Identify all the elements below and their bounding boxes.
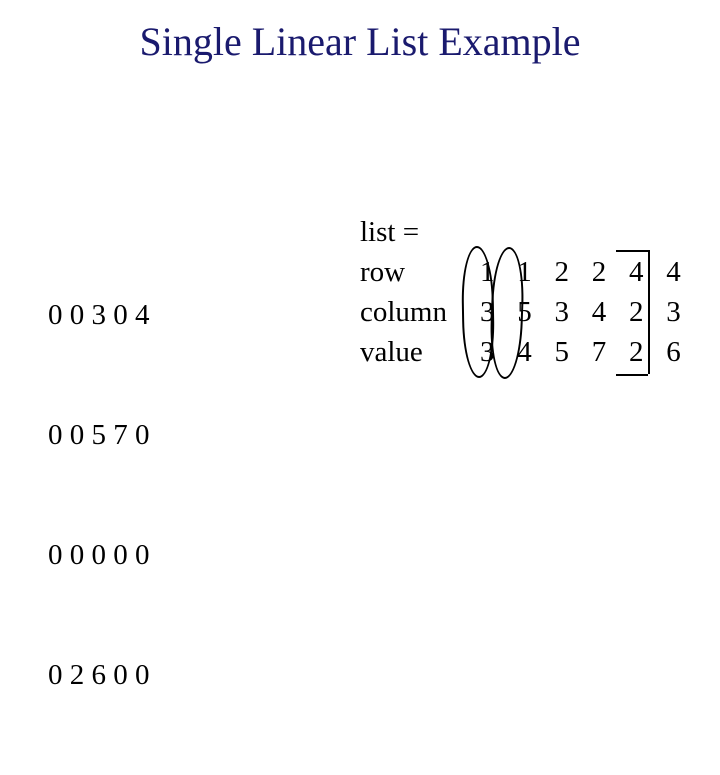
annotation-bracket-icon xyxy=(616,374,648,376)
value-val: 6 xyxy=(659,332,689,372)
matrix-row: 0 0 0 0 0 xyxy=(48,535,150,575)
row-val: 2 xyxy=(584,252,614,292)
matrix-row: 0 0 5 7 0 xyxy=(48,415,150,455)
col-val: 2 xyxy=(621,292,651,332)
col-val: 3 xyxy=(472,292,502,332)
annotation-bracket-icon xyxy=(648,250,650,374)
column-label: column xyxy=(360,292,465,332)
slide-title: Single Linear List Example xyxy=(0,18,720,65)
col-val: 5 xyxy=(510,292,540,332)
row-val: 4 xyxy=(659,252,689,292)
list-value-line: value 3 4 5 7 2 6 xyxy=(360,332,689,372)
list-header: list = xyxy=(360,212,689,252)
list-representation: list = row 1 1 2 2 4 4 column 3 5 3 4 2 … xyxy=(360,212,689,372)
matrix-row: 0 2 6 0 0 xyxy=(48,655,150,695)
slide: Single Linear List Example 0 0 3 0 4 0 0… xyxy=(0,0,720,540)
row-val: 1 xyxy=(510,252,540,292)
col-val: 4 xyxy=(584,292,614,332)
annotation-bracket-icon xyxy=(616,250,648,252)
value-val: 4 xyxy=(510,332,540,372)
value-val: 3 xyxy=(472,332,502,372)
col-val: 3 xyxy=(659,292,689,332)
matrix-row: 0 0 3 0 4 xyxy=(48,295,150,335)
list-row-line: row 1 1 2 2 4 4 xyxy=(360,252,689,292)
list-column-line: column 3 5 3 4 2 3 xyxy=(360,292,689,332)
row-label: row xyxy=(360,252,465,292)
value-val: 5 xyxy=(547,332,577,372)
row-val: 1 xyxy=(472,252,502,292)
row-val: 4 xyxy=(621,252,651,292)
value-val: 7 xyxy=(584,332,614,372)
sparse-matrix: 0 0 3 0 4 0 0 5 7 0 0 0 0 0 0 0 2 6 0 0 xyxy=(48,215,150,775)
value-label: value xyxy=(360,332,465,372)
col-val: 3 xyxy=(547,292,577,332)
row-val: 2 xyxy=(547,252,577,292)
value-val: 2 xyxy=(621,332,651,372)
